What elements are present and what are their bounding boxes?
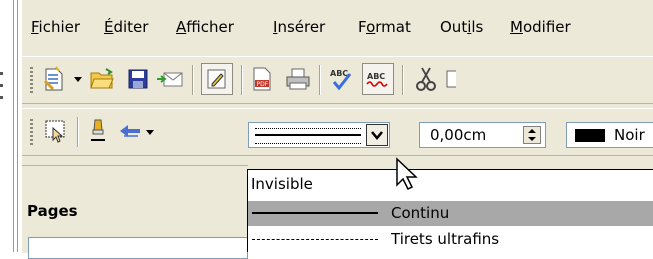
export-pdf-icon[interactable]: PDF <box>248 65 276 93</box>
svg-text:ABC: ABC <box>367 72 385 81</box>
mouse-cursor-icon <box>396 157 418 191</box>
open-folder-icon[interactable] <box>88 65 116 93</box>
menu-format[interactable]: Format <box>358 18 411 36</box>
line-style-option-invisible[interactable]: Invisible <box>248 172 653 197</box>
toolbar-grip[interactable] <box>30 119 33 145</box>
pages-panel-title: Pages <box>27 202 78 220</box>
line-style-option-continu[interactable]: Continu <box>248 201 653 226</box>
application-window: Fichier Éditer Afficher Insérer Format O… <box>22 0 653 259</box>
arrow-style-dropdown-icon[interactable] <box>146 130 154 135</box>
solid-line-sample <box>252 212 378 214</box>
line-icon[interactable] <box>84 117 112 145</box>
arrow-style-icon[interactable] <box>116 117 144 145</box>
menu-inserer[interactable]: Insérer <box>273 18 325 36</box>
line-width-value: 0,00cm <box>430 126 487 144</box>
spin-button-icon[interactable] <box>523 126 541 144</box>
pages-list[interactable] <box>28 237 248 259</box>
line-width-field[interactable]: 0,00cm <box>419 122 546 148</box>
edit-file-icon[interactable] <box>201 63 233 95</box>
svg-text:PDF: PDF <box>257 81 269 88</box>
print-icon[interactable] <box>284 65 312 93</box>
standard-toolbar: PDF ABC ABC <box>22 56 653 104</box>
menu-modifier[interactable]: Modifier <box>510 18 571 36</box>
line-properties-toolbar: 0,00cm Noir <box>22 108 653 156</box>
menu-afficher[interactable]: Afficher <box>176 18 234 36</box>
svg-text:ABC: ABC <box>330 69 348 78</box>
save-icon[interactable] <box>124 65 152 93</box>
menu-editer[interactable]: Éditer <box>104 18 148 36</box>
dashed-line-sample <box>252 239 378 240</box>
new-document-dropdown-icon[interactable] <box>74 77 82 82</box>
chevron-down-icon[interactable] <box>366 124 388 146</box>
copy-icon[interactable] <box>446 65 456 93</box>
select-shape-icon[interactable] <box>42 117 70 145</box>
line-color-select[interactable]: Noir <box>566 122 653 148</box>
toolbar-grip[interactable] <box>30 67 33 93</box>
email-icon[interactable] <box>156 65 184 93</box>
line-color-value: Noir <box>614 126 645 144</box>
menu-fichier[interactable]: Fichier <box>31 18 80 36</box>
menu-bar: Fichier Éditer Afficher Insérer Format O… <box>22 0 653 40</box>
option-label: Invisible <box>251 175 313 193</box>
autospellcheck-icon[interactable]: ABC <box>362 63 394 95</box>
color-swatch <box>575 129 605 142</box>
line-style-dropdown-list: Invisible Continu Tirets ultrafins <box>247 169 653 252</box>
left-window-edge <box>0 0 22 252</box>
line-style-preview <box>255 128 361 144</box>
option-label: Tirets ultrafins <box>391 230 500 248</box>
line-style-select[interactable] <box>248 122 390 148</box>
cut-icon[interactable] <box>412 65 440 93</box>
line-style-option-tirets-ultrafins[interactable]: Tirets ultrafins <box>248 227 653 252</box>
pages-panel: Pages <box>22 165 248 259</box>
spellcheck-icon[interactable]: ABC <box>327 65 355 93</box>
menu-outils[interactable]: Outils <box>440 18 483 36</box>
new-document-icon[interactable] <box>40 65 68 93</box>
option-label: Continu <box>391 204 450 222</box>
